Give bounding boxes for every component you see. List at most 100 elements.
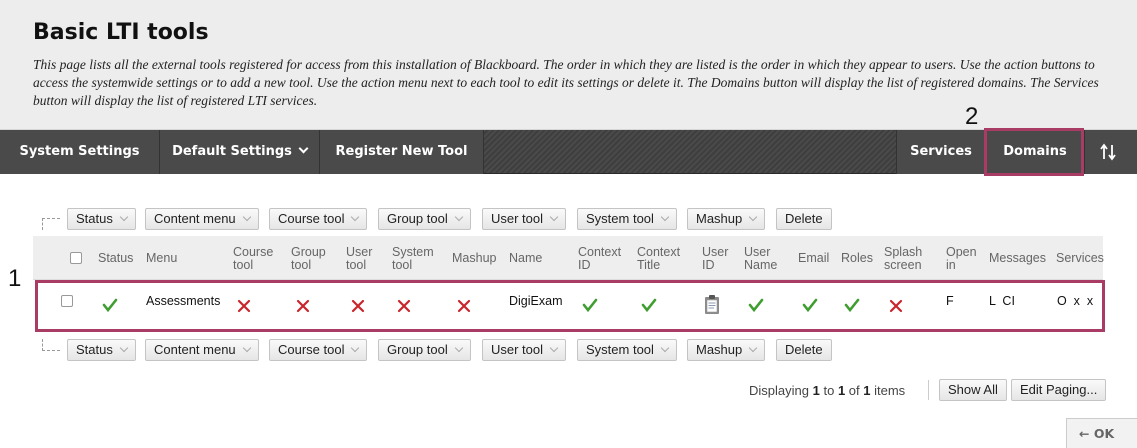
services-button[interactable]: Services [896, 130, 986, 174]
system-tool-filter-label: System tool [586, 211, 654, 226]
group-tool-filter-label: Group tool [387, 342, 448, 357]
col-mashup[interactable]: Mashup [452, 252, 496, 265]
chevron-down-icon [549, 343, 559, 353]
chevron-down-icon [454, 212, 463, 222]
chevron-down-icon [119, 343, 129, 353]
chevron-down-icon [298, 143, 309, 154]
ok-label: OK [1093, 426, 1115, 441]
content-menu-filter[interactable]: Content menu [145, 339, 259, 361]
col-context-title-line2: Title [637, 258, 661, 272]
chevron-down-icon [749, 212, 758, 222]
user-tool-filter-label: User tool [491, 211, 544, 226]
status-filter[interactable]: Status [67, 208, 136, 230]
system-settings-button[interactable]: System Settings [0, 130, 160, 174]
course-tool-filter-label: Course tool [278, 342, 345, 357]
delete-button-top[interactable]: Delete [776, 208, 832, 230]
select-all-checkbox[interactable] [70, 252, 82, 264]
col-system-tool-line2: tool [392, 258, 413, 272]
chevron-down-icon [749, 343, 758, 353]
show-all-button[interactable]: Show All [939, 379, 1007, 401]
user-tool-filter[interactable]: User tool [482, 208, 567, 230]
clipboard-icon [705, 295, 719, 314]
register-new-tool-button[interactable]: Register New Tool [320, 130, 484, 174]
col-course-tool-line2: tool [233, 258, 254, 272]
col-user-id[interactable]: User ID [702, 246, 728, 272]
col-name[interactable]: Name [509, 252, 542, 265]
content-menu-filter-label: Content menu [154, 342, 236, 357]
mashup-filter-label: Mashup [696, 342, 743, 357]
group-tool-filter[interactable]: Group tool [378, 208, 471, 230]
paging-to-word: to [823, 383, 835, 398]
col-open-in[interactable]: Open in [946, 246, 977, 272]
default-settings-button[interactable]: Default Settings [160, 130, 320, 174]
paging-to: 1 [837, 383, 846, 398]
annotation-2: 2 [965, 103, 979, 130]
tree-connector [42, 218, 60, 230]
paging-summary: Displaying 1 to 1 of 1 items [749, 383, 905, 398]
col-splash-screen[interactable]: Splash screen [884, 246, 922, 272]
system-settings-label: System Settings [19, 144, 140, 159]
cross-icon [457, 299, 471, 313]
col-status[interactable]: Status [98, 252, 133, 265]
tree-connector [42, 339, 60, 351]
filter-bar-bottom: Status Content menu Course tool Group to… [42, 339, 842, 363]
col-user-name-line2: Name [744, 258, 778, 272]
system-tool-filter-label: System tool [586, 342, 654, 357]
back-arrow-icon: ← [1079, 426, 1090, 441]
tool-name-cell[interactable]: DigiExam [509, 294, 563, 308]
edit-paging-button[interactable]: Edit Paging... [1011, 379, 1107, 401]
course-tool-filter-label: Course tool [278, 211, 345, 226]
user-tool-filter-label: User tool [491, 342, 544, 357]
mashup-filter[interactable]: Mashup [687, 208, 766, 230]
cross-icon [397, 299, 411, 313]
check-icon [102, 298, 118, 313]
delete-button-bottom[interactable]: Delete [776, 339, 832, 361]
system-tool-filter[interactable]: System tool [577, 208, 677, 230]
chevron-down-icon [549, 212, 559, 222]
col-messages[interactable]: Messages [989, 252, 1046, 265]
check-icon [582, 298, 598, 313]
cross-icon [237, 299, 251, 313]
col-roles[interactable]: Roles [841, 252, 873, 265]
group-tool-filter-label: Group tool [387, 211, 448, 226]
action-bar: System Settings Default Settings Registe… [0, 130, 1137, 174]
user-tool-filter[interactable]: User tool [482, 339, 567, 361]
services-cell: O x x [1057, 294, 1094, 308]
register-new-tool-label: Register New Tool [335, 144, 468, 159]
ok-button[interactable]: ← OK [1066, 418, 1137, 448]
row-checkbox[interactable] [61, 295, 73, 307]
menu-cell: Assessments [146, 294, 221, 308]
col-context-id-line2: ID [578, 258, 591, 272]
domains-label: Domains [1003, 144, 1067, 159]
course-tool-filter[interactable]: Course tool [269, 339, 368, 361]
col-user-name[interactable]: User Name [744, 246, 777, 272]
sort-icon[interactable] [1100, 143, 1116, 161]
domains-button[interactable]: Domains [986, 130, 1084, 174]
check-icon [748, 298, 764, 313]
check-icon [844, 298, 860, 313]
group-tool-filter[interactable]: Group tool [378, 339, 471, 361]
status-filter[interactable]: Status [67, 339, 136, 361]
check-icon [641, 298, 657, 313]
system-tool-filter[interactable]: System tool [577, 339, 677, 361]
divider [928, 380, 929, 400]
page-description: This page lists all the external tools r… [33, 57, 1099, 108]
col-group-tool[interactable]: Group tool [291, 246, 326, 272]
col-course-tool[interactable]: Course tool [233, 246, 273, 272]
col-menu[interactable]: Menu [146, 252, 177, 265]
col-user-id-line2: ID [702, 258, 715, 272]
col-context-id[interactable]: Context ID [578, 246, 621, 272]
chevron-down-icon [351, 212, 360, 222]
col-open-in-line2: in [946, 258, 956, 272]
col-email[interactable]: Email [798, 252, 829, 265]
cross-icon [889, 299, 903, 313]
content-menu-filter[interactable]: Content menu [145, 208, 259, 230]
col-services[interactable]: Services [1056, 252, 1104, 265]
course-tool-filter[interactable]: Course tool [269, 208, 368, 230]
mashup-filter[interactable]: Mashup [687, 339, 766, 361]
col-system-tool[interactable]: System tool [392, 246, 434, 272]
col-user-tool[interactable]: User tool [346, 246, 372, 272]
col-context-title[interactable]: Context Title [637, 246, 680, 272]
chevron-down-icon [242, 343, 251, 353]
cross-icon [351, 299, 365, 313]
